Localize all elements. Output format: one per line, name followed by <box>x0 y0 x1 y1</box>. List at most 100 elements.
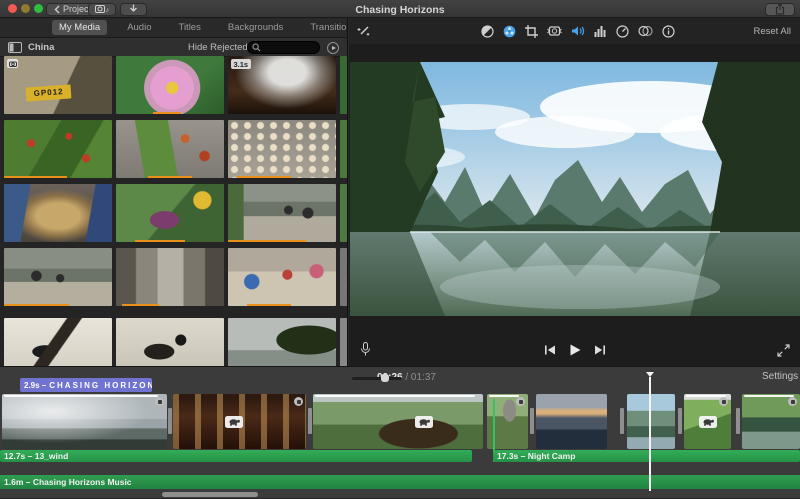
crop-icon[interactable] <box>525 24 538 38</box>
media-thumbnail-incense[interactable]: 3.1s <box>228 56 336 114</box>
browser-header: China Hide Rejected <box>0 38 347 57</box>
media-browser-pane: My Media Audio Titles Backgrounds Transi… <box>0 18 348 366</box>
media-thumbnail-calligraphy-fu[interactable] <box>116 318 224 366</box>
stabilization-icon[interactable] <box>547 25 562 37</box>
transition-handle[interactable] <box>308 408 312 434</box>
favorite-marker <box>122 303 160 306</box>
karst-landscape-frame <box>350 62 800 316</box>
music-clip-label: 1.6m – Chasing Horizons Music <box>4 477 132 487</box>
timeline-clip-karst-river[interactable] <box>627 394 675 449</box>
partial-thumbnail[interactable] <box>340 318 347 366</box>
color-balance-icon[interactable] <box>481 24 494 38</box>
media-thumbnail-vegetables[interactable] <box>116 184 224 242</box>
info-icon[interactable] <box>662 24 675 38</box>
slow-motion-turtle-badge <box>225 416 243 428</box>
favorite-marker <box>228 239 306 242</box>
duration-badge: 3.1s <box>231 59 251 69</box>
tab-audio[interactable]: Audio <box>120 20 158 35</box>
media-thumbnail-dumplings[interactable] <box>228 120 336 178</box>
background-music-clip[interactable]: 1.6m – Chasing Horizons Music <box>0 475 800 489</box>
media-thumbnail-chilies[interactable] <box>4 120 112 178</box>
license-plate: GP012 <box>25 84 72 102</box>
partial-thumbnail[interactable] <box>340 120 347 178</box>
timeline-settings-button[interactable]: Settings <box>762 371 798 382</box>
favorite-marker <box>135 239 186 242</box>
imovie-window: Projects ♪ Chasing Horizons My Media Aud… <box>0 0 800 499</box>
timeline-clip-terraces[interactable] <box>684 394 731 449</box>
clip-adjustment-badge <box>719 397 728 406</box>
partial-thumbnail[interactable] <box>340 184 347 242</box>
playhead[interactable] <box>649 377 651 491</box>
favorite-marker <box>152 111 181 114</box>
reset-all-button[interactable]: Reset All <box>754 26 792 37</box>
volume-icon[interactable] <box>571 25 585 37</box>
audio-clip-label: 12.7s – 13_wind <box>4 451 69 461</box>
enhance-wand-icon[interactable] <box>357 24 371 38</box>
media-thumbnail-riders[interactable] <box>228 184 336 242</box>
previous-frame-button[interactable] <box>544 345 556 355</box>
tab-my-media[interactable]: My Media <box>52 20 108 35</box>
slow-motion-turtle-badge <box>415 416 433 428</box>
zoom-slider-thumb[interactable] <box>381 374 389 382</box>
media-thumbnail-motorbike[interactable]: GP012 <box>4 56 112 114</box>
timeline-horizontal-scrollbar[interactable] <box>162 492 258 497</box>
transition-handle[interactable] <box>530 408 534 434</box>
search-input[interactable] <box>247 41 320 54</box>
media-thumbnail-lotus[interactable] <box>116 56 224 114</box>
clip-adjustment-badge <box>516 397 525 406</box>
media-thumbnail-village-riders[interactable] <box>4 248 112 306</box>
media-thumbnail-alley[interactable] <box>116 248 224 306</box>
speed-icon[interactable] <box>616 24 629 38</box>
title-clip[interactable]: 2.9s – CHASING HORIZONS <box>20 378 152 392</box>
timeline-clip-green-river[interactable] <box>742 394 800 449</box>
partial-thumbnail[interactable] <box>340 248 347 306</box>
timeline-clip-village-pano[interactable] <box>313 394 483 449</box>
window-title: Chasing Horizons <box>355 4 445 16</box>
timeline-zoom-slider[interactable] <box>352 374 402 382</box>
color-correction-icon[interactable] <box>503 25 516 38</box>
transition-handle[interactable] <box>620 408 624 434</box>
play-button[interactable] <box>568 343 582 357</box>
favorite-marker <box>236 175 291 178</box>
transition-handle[interactable] <box>678 408 682 434</box>
next-frame-button[interactable] <box>594 345 606 355</box>
timeline-clip-dusk-lake[interactable] <box>536 394 607 449</box>
audio-clip-wind[interactable]: 12.7s – 13_wind <box>0 450 472 462</box>
tab-backgrounds[interactable]: Backgrounds <box>221 20 290 35</box>
share-icon <box>775 3 785 15</box>
play-triangle-icon <box>331 45 336 50</box>
fullscreen-icon[interactable] <box>777 344 790 357</box>
render-progress-bar <box>315 395 475 397</box>
audio-clip-label: 17.3s – Night Camp <box>497 451 576 461</box>
slow-motion-turtle-badge <box>699 416 717 428</box>
media-thumbnail-cucumbers[interactable] <box>116 120 224 178</box>
clip-adjustment-badge <box>788 397 797 406</box>
render-progress-bar <box>686 395 726 397</box>
media-thumbnail-calligraphy-brush[interactable] <box>4 318 112 366</box>
viewer-pane: Reset All <box>349 18 800 366</box>
clip-filter-icon[interactable] <box>638 25 653 37</box>
render-progress-bar <box>4 395 158 397</box>
video-preview[interactable] <box>350 62 800 316</box>
render-progress-bar <box>489 395 519 397</box>
noise-reduction-icon[interactable] <box>594 25 607 37</box>
partial-thumbnail[interactable] <box>340 56 347 114</box>
media-thumbnail-fruit-hands[interactable] <box>4 184 112 242</box>
share-button[interactable] <box>765 2 795 16</box>
media-thumbnail-trees-sky[interactable] <box>228 318 336 366</box>
transition-handle[interactable] <box>736 408 740 434</box>
favorite-marker <box>247 303 291 306</box>
audio-clip-night-camp[interactable]: 17.3s – Night Camp <box>493 450 800 462</box>
tab-titles[interactable]: Titles <box>172 20 208 35</box>
transition-handle[interactable] <box>167 408 172 434</box>
collection-name[interactable]: China <box>28 42 54 53</box>
viewer-toolbar: Reset All <box>349 18 800 44</box>
timeline-clip-pano[interactable] <box>2 394 167 449</box>
tab-transitions[interactable]: Transitions <box>303 20 347 35</box>
favorite-marker <box>4 175 67 178</box>
sidebar-toggle-icon[interactable] <box>8 41 22 53</box>
skim-play-button[interactable] <box>327 41 339 54</box>
media-thumbnail-painting-table[interactable] <box>228 248 336 306</box>
timeline-clip-restaurant[interactable] <box>173 394 306 449</box>
favorite-marker <box>148 175 192 178</box>
